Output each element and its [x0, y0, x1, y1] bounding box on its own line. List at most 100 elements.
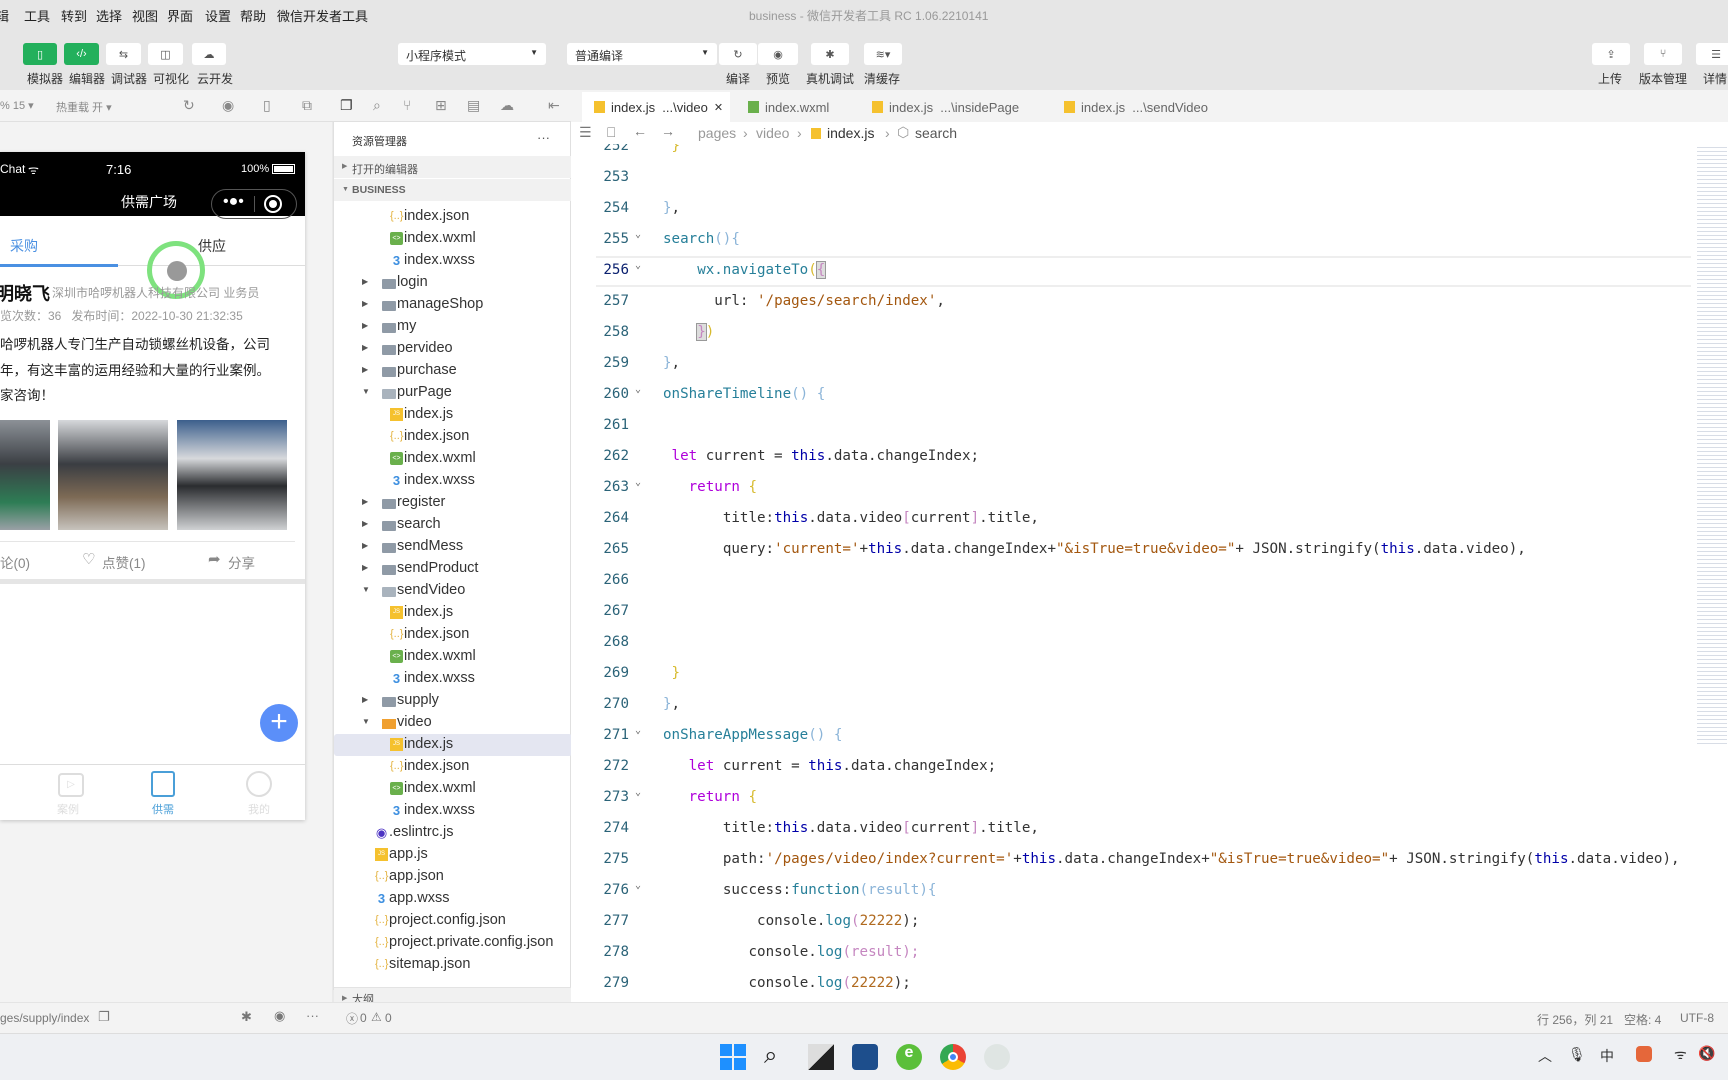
refresh-icon[interactable]: ↻ [183, 97, 195, 114]
copy-files-icon[interactable]: ❐ [340, 97, 353, 114]
windows-start-icon[interactable] [720, 1044, 746, 1070]
folder-item[interactable]: ▶ sendMess [334, 536, 572, 558]
mode-select[interactable]: 小程序模式 ▼ [398, 43, 546, 65]
file-item[interactable]: {..} app.json [334, 866, 572, 888]
tab-supply-demand[interactable]: 供需 [152, 801, 174, 817]
chevron-right-icon[interactable]: ▶ [362, 365, 368, 374]
hot-reload-select[interactable]: 热重载 开 ▾ [56, 99, 112, 115]
close-icon[interactable]: ✕ [714, 101, 723, 114]
file-item[interactable]: {..} index.json [334, 206, 572, 228]
chevron-right-icon[interactable]: ▶ [362, 343, 368, 352]
fold-chevron-icon[interactable]: ⌄ [635, 477, 641, 488]
chevron-right-icon[interactable]: ▶ [362, 541, 368, 550]
add-post-button[interactable]: + [260, 704, 298, 742]
docker-icon[interactable]: ☁ [500, 97, 514, 114]
search-icon[interactable]: ⌕ [764, 1044, 790, 1070]
zoom-select[interactable]: % 15 ▾ [0, 99, 34, 112]
folder-item[interactable]: ▶ pervideo [334, 338, 572, 360]
file-item[interactable]: JS index.js [334, 404, 572, 426]
file-item[interactable]: {..} project.config.json [334, 910, 572, 932]
tab-mine[interactable]: 我的 [248, 801, 270, 817]
file-item[interactable]: <> index.wxml [334, 448, 572, 470]
chevron-right-icon[interactable]: ▶ [362, 321, 368, 330]
wechat-devtools-icon[interactable] [984, 1044, 1010, 1070]
code-area[interactable]: 252} 253 254}, 255 ⌄ search(){256 ⌄ wx.navigate… [571, 144, 1691, 1002]
menu-tools[interactable]: 工具 [24, 6, 50, 25]
folder-item[interactable]: ▼ sendVideo [334, 580, 572, 602]
fold-chevron-icon[interactable]: ⌄ [635, 384, 641, 395]
editor-tab[interactable]: index.js ...\insidePage [860, 92, 1052, 122]
bug-icon[interactable]: ✱ [241, 1009, 252, 1025]
clear-cache-button[interactable]: ≋▾ [864, 43, 902, 65]
more-icon[interactable]: ··· [537, 130, 550, 145]
microphone-icon[interactable]: 🎙 [1568, 1046, 1586, 1063]
folder-item[interactable]: ▶ login [334, 272, 572, 294]
eye-icon[interactable]: ◉ [274, 1008, 285, 1024]
chevron-right-icon[interactable]: ▶ [362, 695, 368, 704]
encoding[interactable]: UTF-8 [1680, 1011, 1714, 1025]
file-item[interactable]: {..} sitemap.json [334, 954, 572, 976]
post-image[interactable] [0, 420, 50, 530]
cloud-dev-button[interactable]: ☁ [192, 43, 226, 65]
task-view-icon[interactable] [808, 1044, 834, 1070]
menu-view[interactable]: 视图 [132, 6, 158, 25]
user-icon[interactable] [246, 771, 272, 797]
compile-select[interactable]: 普通编译 ▼ [567, 43, 717, 65]
fold-chevron-icon[interactable]: ⌄ [635, 787, 641, 798]
chevron-up-icon[interactable]: ︿ [1538, 1046, 1552, 1066]
folder-item[interactable]: ▶ register [334, 492, 572, 514]
file-item[interactable]: <> index.wxml [334, 228, 572, 250]
file-item[interactable]: 3 app.wxss [334, 888, 572, 910]
heart-icon[interactable]: ♡ [82, 550, 95, 568]
file-item[interactable]: JS index.js [334, 734, 572, 756]
wifi-icon[interactable]: ᯤ [1674, 1045, 1687, 1064]
minimap[interactable] [1697, 144, 1727, 744]
remote-debug-button[interactable]: ✱ [811, 43, 849, 65]
stop-icon[interactable]: ◉ [222, 97, 234, 114]
file-item[interactable]: ◉ .eslintrc.js [334, 822, 572, 844]
ime-icon[interactable]: 中 [1600, 1046, 1614, 1066]
editor-tab[interactable]: index.js ...\sendVideo [1052, 92, 1246, 122]
file-item[interactable]: JS app.js [334, 844, 572, 866]
chrome-icon[interactable] [940, 1044, 966, 1070]
fold-chevron-icon[interactable]: ⌄ [635, 260, 641, 271]
file-item[interactable]: {..} index.json [334, 756, 572, 778]
warning-icon[interactable]: ⚠ [371, 1010, 382, 1024]
folder-item[interactable]: ▶ manageShop [334, 294, 572, 316]
file-item[interactable]: 3 index.wxss [334, 470, 572, 492]
file-item[interactable]: JS index.js [334, 602, 572, 624]
post-image[interactable] [58, 420, 168, 530]
video-icon[interactable]: ▷ [58, 773, 84, 797]
menu-help[interactable]: 帮助 [240, 6, 266, 25]
menu-edit[interactable]: 辑 [0, 6, 9, 25]
folder-item[interactable]: ▼ purPage [334, 382, 572, 404]
editor-button[interactable]: ‹/› [64, 43, 99, 65]
tab-purchase[interactable]: 采购 [10, 236, 38, 256]
error-icon[interactable]: ⓧ [346, 1010, 358, 1027]
details-button[interactable]: ☰ [1696, 43, 1728, 65]
breadcrumb-item[interactable]: index.js [827, 125, 874, 141]
simulator-button[interactable]: ▯ [23, 43, 57, 65]
indentation[interactable]: 空格: 4 [1624, 1011, 1661, 1028]
chevron-down-icon[interactable]: ▼ [362, 717, 370, 726]
file-item[interactable]: {..} project.private.config.json [334, 932, 572, 954]
close-circle-icon[interactable] [264, 195, 282, 213]
file-item[interactable]: <> index.wxml [334, 646, 572, 668]
fold-chevron-icon[interactable]: ⌄ [635, 725, 641, 736]
back-arrow-icon[interactable]: ← [633, 123, 647, 139]
chevron-right-icon[interactable]: ▶ [362, 563, 368, 572]
like-button[interactable]: 点赞(1) [102, 552, 146, 572]
file-item[interactable]: 3 index.wxss [334, 250, 572, 272]
menu-interface[interactable]: 界面 [167, 6, 193, 25]
chevron-right-icon[interactable]: ▶ [362, 519, 368, 528]
chevron-down-icon[interactable]: ▼ [362, 585, 370, 594]
breadcrumb-item[interactable]: pages [698, 125, 736, 141]
chevron-right-icon[interactable]: ▶ [362, 497, 368, 506]
folder-item[interactable]: ▶ sendProduct [334, 558, 572, 580]
folder-item[interactable]: ▶ purchase [334, 360, 572, 382]
file-item[interactable]: 3 index.wxss [334, 668, 572, 690]
breadcrumb-item[interactable]: search [915, 125, 957, 141]
chevron-right-icon[interactable]: ▶ [362, 277, 368, 286]
version-button[interactable]: ⑂ [1644, 43, 1682, 65]
menu-select[interactable]: 选择 [96, 6, 122, 25]
